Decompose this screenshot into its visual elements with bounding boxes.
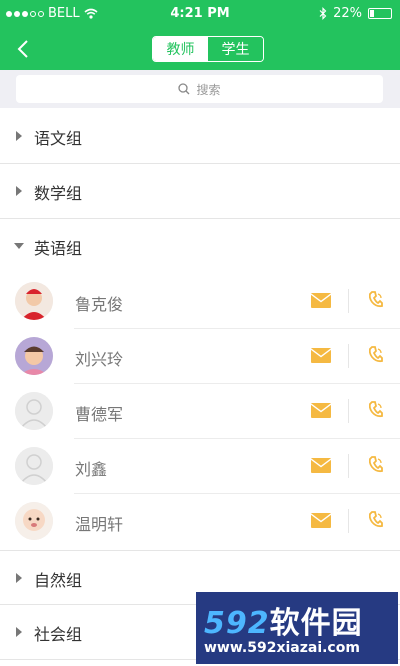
search-icon	[178, 83, 190, 95]
group-row-chinese[interactable]: 语文组	[0, 109, 400, 164]
mail-icon[interactable]	[311, 403, 331, 418]
caret-right-icon	[16, 627, 22, 637]
phone-icon[interactable]	[369, 456, 383, 474]
status-right: 22%	[319, 6, 392, 21]
search-placeholder: 搜索	[196, 82, 221, 97]
group-name: 语文组	[34, 129, 83, 148]
mail-icon[interactable]	[311, 513, 331, 528]
default-avatar-icon	[15, 447, 53, 485]
role-segmented-control: 教师 学生	[152, 36, 264, 62]
search-bar-container: 搜索	[0, 70, 400, 108]
list-item[interactable]: 刘兴玲	[0, 329, 400, 384]
group-name: 社会组	[34, 625, 83, 644]
phone-icon[interactable]	[369, 291, 383, 309]
member-name: 鲁克俊	[75, 295, 124, 314]
group-row-english[interactable]: 英语组	[0, 219, 400, 274]
member-name: 刘兴玲	[75, 350, 124, 369]
tab-teacher[interactable]: 教师	[153, 37, 208, 61]
avatar	[15, 337, 53, 375]
list-item[interactable]: 曹德军	[0, 384, 400, 439]
divider	[348, 344, 349, 368]
mail-icon[interactable]	[311, 293, 331, 308]
phone-icon[interactable]	[369, 511, 383, 529]
avatar	[15, 282, 53, 320]
mail-icon[interactable]	[311, 348, 331, 363]
battery-icon	[368, 8, 392, 19]
mail-icon[interactable]	[311, 458, 331, 473]
caret-right-icon	[16, 573, 22, 583]
group-name: 英语组	[34, 239, 83, 258]
caret-down-icon	[14, 243, 24, 249]
back-button[interactable]	[10, 36, 36, 62]
caret-right-icon	[16, 186, 22, 196]
member-name: 刘鑫	[75, 460, 108, 479]
group-name: 数学组	[34, 184, 83, 203]
watermark-logo: 592软件园 www.592xiazai.com	[196, 592, 398, 664]
default-avatar-icon	[15, 392, 53, 430]
chevron-left-icon	[17, 40, 28, 58]
list-item[interactable]: 温明轩	[0, 494, 400, 549]
list-item[interactable]: 刘鑫	[0, 439, 400, 494]
navigation-bar: 教师 学生	[0, 28, 400, 70]
bluetooth-icon	[319, 7, 327, 20]
caret-right-icon	[16, 131, 22, 141]
phone-icon[interactable]	[369, 346, 383, 364]
group-name: 自然组	[34, 571, 83, 590]
group-row-math[interactable]: 数学组	[0, 164, 400, 219]
watermark-url: www.592xiazai.com	[204, 640, 360, 656]
divider	[348, 289, 349, 313]
divider	[348, 509, 349, 533]
search-input[interactable]: 搜索	[16, 75, 383, 103]
divider	[348, 454, 349, 478]
list-item[interactable]: 鲁克俊	[0, 274, 400, 329]
member-name: 温明轩	[75, 515, 124, 534]
divider	[348, 399, 349, 423]
status-bar: BELL 4:21 PM 22%	[0, 0, 400, 28]
member-name: 曹德军	[75, 405, 124, 424]
avatar	[15, 502, 53, 540]
watermark-brand: 592软件园	[204, 606, 363, 641]
battery-percent: 22%	[333, 6, 362, 21]
tab-student[interactable]: 学生	[208, 37, 263, 61]
phone-icon[interactable]	[369, 401, 383, 419]
